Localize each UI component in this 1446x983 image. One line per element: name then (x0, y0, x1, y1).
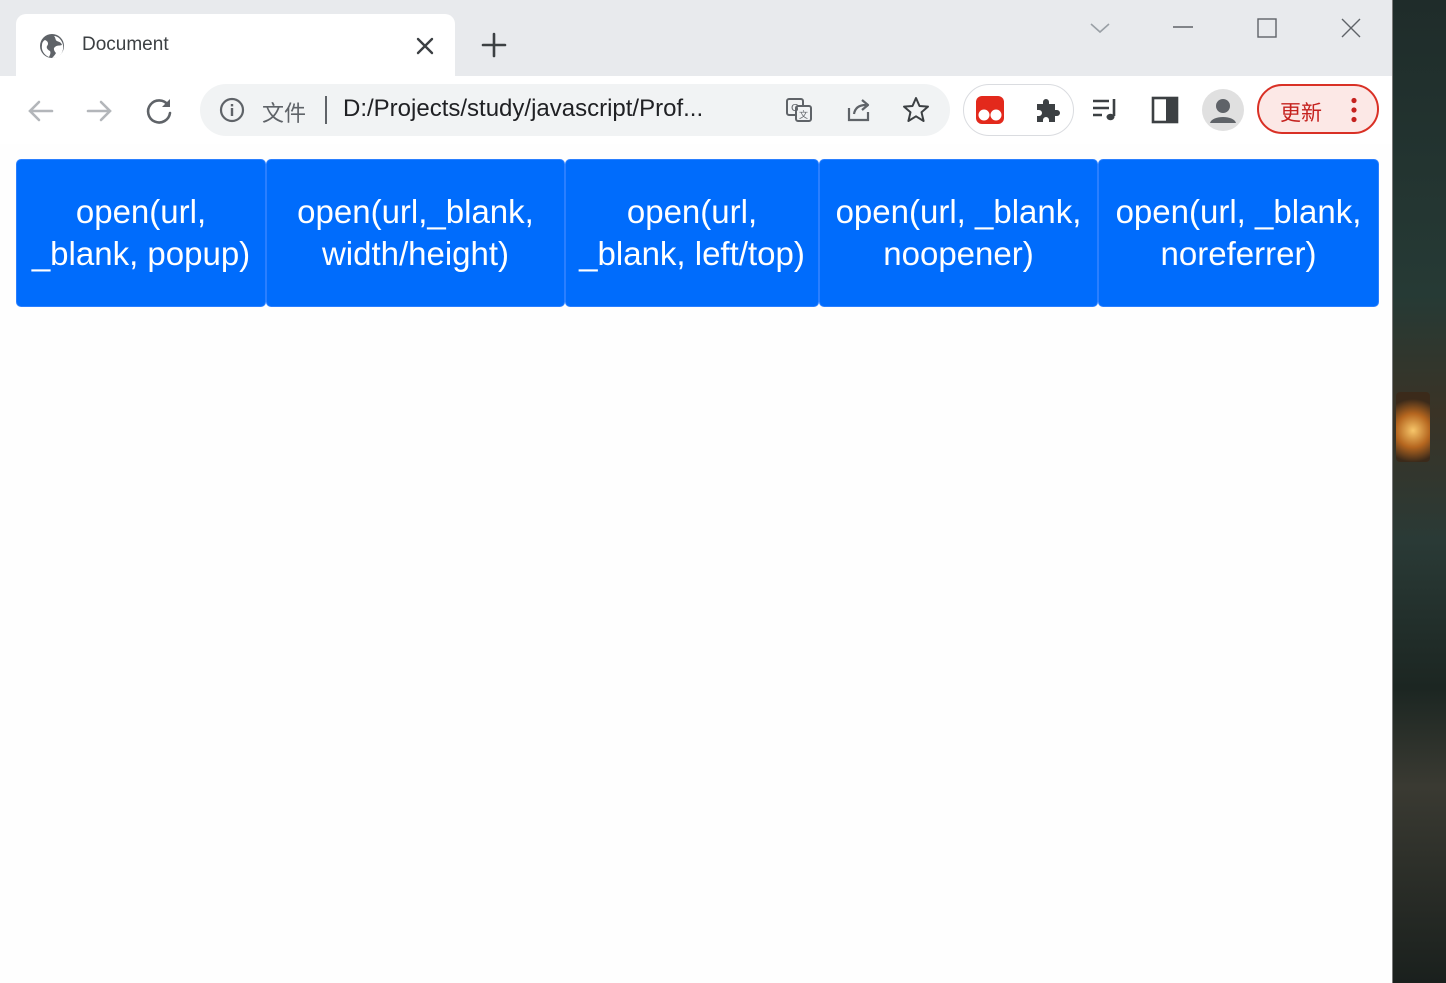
side-panel-icon[interactable] (1150, 95, 1180, 125)
browser-window: Document 文件 D:/Projects/study/javascript… (0, 0, 1393, 983)
globe-icon (40, 34, 64, 58)
update-button[interactable]: 更新 (1257, 84, 1379, 134)
media-queue-icon[interactable] (1091, 95, 1121, 125)
new-tab-icon[interactable] (481, 32, 507, 58)
scheme-divider (325, 96, 327, 124)
bookmark-star-icon[interactable] (902, 96, 930, 124)
open-noreferrer-button[interactable]: open(url, _blank, noreferrer) (1098, 159, 1379, 307)
back-icon[interactable] (26, 96, 56, 126)
tab-strip: Document (0, 0, 1392, 76)
open-popup-button[interactable]: open(url, _blank, popup) (16, 159, 266, 307)
open-noopener-button[interactable]: open(url, _blank, noopener) (819, 159, 1098, 307)
reload-icon[interactable] (144, 96, 174, 126)
translate-icon[interactable]: G 文 (785, 96, 813, 124)
extensions-group (963, 84, 1074, 136)
tab-document[interactable]: Document (16, 14, 455, 76)
desktop-lamp-image (1396, 392, 1430, 462)
share-icon[interactable] (845, 96, 873, 124)
address-bar[interactable]: 文件 D:/Projects/study/javascript/Prof... … (200, 84, 950, 136)
update-label: 更新 (1280, 101, 1322, 125)
svg-text:文: 文 (799, 109, 808, 121)
open-left-top-button[interactable]: open(url, _blank, left/top) (565, 159, 819, 307)
close-icon[interactable] (414, 35, 436, 57)
page-content: open(url, _blank, popup) open(url,_blank… (0, 144, 1392, 983)
tab-search-icon[interactable] (1088, 16, 1112, 40)
minimize-icon[interactable] (1171, 16, 1195, 40)
svg-text:G: G (791, 103, 799, 114)
maximize-icon[interactable] (1255, 16, 1279, 40)
extensions-icon[interactable] (1032, 95, 1062, 125)
tampermonkey-icon[interactable] (975, 95, 1005, 125)
scheme-label: 文件 (262, 102, 307, 127)
tab-title: Document (82, 34, 169, 55)
profile-avatar-glyph (1210, 99, 1236, 123)
toolbar: 文件 D:/Projects/study/javascript/Prof... … (0, 76, 1392, 145)
more-menu-icon[interactable] (1349, 97, 1359, 123)
open-width-height-button[interactable]: open(url,_blank, width/height) (266, 159, 565, 307)
profile-icon[interactable] (1202, 89, 1244, 131)
forward-icon[interactable] (84, 96, 114, 126)
info-icon[interactable] (219, 97, 245, 123)
desktop-background (1392, 0, 1446, 983)
url-text[interactable]: D:/Projects/study/javascript/Prof... (343, 95, 773, 123)
window-close-icon[interactable] (1339, 16, 1363, 40)
